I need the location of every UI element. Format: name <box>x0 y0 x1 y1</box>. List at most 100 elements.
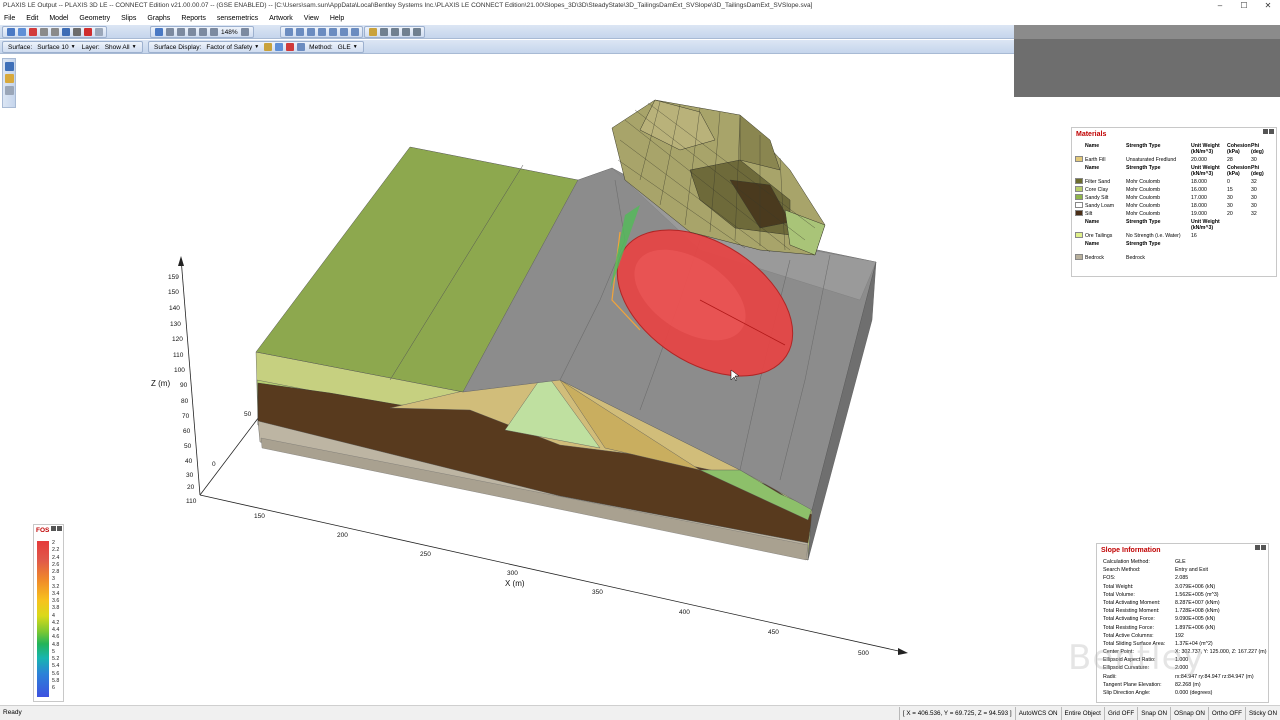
slope-info-row: Total Resisting Force: 1.897E+006 (kN) <box>1103 624 1270 632</box>
material-color-swatch <box>1075 209 1083 216</box>
menu-geometry[interactable]: Geometry <box>79 15 110 22</box>
chevron-down-icon[interactable]: ▼ <box>353 44 358 50</box>
stop-icon[interactable] <box>28 28 37 36</box>
status-autowcs[interactable]: AutoWCS ON <box>1014 707 1061 720</box>
surface-select[interactable]: Surface 10 <box>37 44 68 51</box>
text-icon[interactable] <box>328 28 337 36</box>
status-entire-object[interactable]: Entire Object <box>1060 707 1104 720</box>
material-color-swatch <box>1075 201 1083 208</box>
materials-panel[interactable]: Materials Name Strength Type Unit Weight (… <box>1071 127 1277 277</box>
pan-icon[interactable] <box>165 28 174 36</box>
polyline-icon[interactable] <box>306 28 315 36</box>
shade-icon[interactable] <box>368 28 377 36</box>
close-icon[interactable] <box>57 526 62 531</box>
material-row[interactable]: Silt Mohr Coulomb 19.000 20 32 <box>1075 209 1275 218</box>
zoom-out-icon[interactable] <box>198 28 207 36</box>
material-color-swatch <box>1075 185 1083 192</box>
menu-file[interactable]: File <box>4 15 15 22</box>
render-icon[interactable] <box>412 28 421 36</box>
close-button[interactable]: ✕ <box>1256 0 1280 11</box>
transparency-icon[interactable] <box>390 28 399 36</box>
menu-artwork[interactable]: Artwork <box>269 15 293 22</box>
slope-info-key: Total Resisting Force: <box>1103 624 1154 631</box>
material-row[interactable]: Sandy Silt Mohr Coulomb 17.000 30 30 <box>1075 193 1275 202</box>
status-sticky[interactable]: Sticky ON <box>1245 707 1280 720</box>
pin-icon[interactable] <box>1263 129 1268 134</box>
undo-icon[interactable] <box>39 28 48 36</box>
rotate-icon[interactable] <box>176 28 185 36</box>
slope-info-key: Total Activating Force: <box>1103 616 1155 623</box>
material-row[interactable]: Filter Sand Mohr Coulomb 18.000 0 32 <box>1075 177 1275 186</box>
menu-slips[interactable]: Slips <box>121 15 136 22</box>
line-icon[interactable] <box>295 28 304 36</box>
new-icon[interactable] <box>6 28 15 36</box>
title-bar: PLAXIS LE Output -- PLAXIS 3D LE -- CONN… <box>0 0 1280 11</box>
zoom-in-icon[interactable] <box>187 28 196 36</box>
filter-icon[interactable] <box>263 43 272 51</box>
z-tick: 130 <box>170 321 181 328</box>
pin-icon[interactable] <box>1255 545 1260 550</box>
wireframe-icon[interactable] <box>379 28 388 36</box>
status-ortho[interactable]: Ortho OFF <box>1207 707 1245 720</box>
chevron-down-icon[interactable]: ▼ <box>71 44 76 50</box>
zoom-window-icon[interactable] <box>209 28 218 36</box>
slope-information-panel[interactable]: Slope Information Calculation Method: GLE… <box>1096 543 1269 703</box>
menu-help[interactable]: Help <box>330 15 344 22</box>
material-name: Ore Tailings <box>1085 233 1113 239</box>
menu-reports[interactable]: Reports <box>181 15 206 22</box>
x-tick: 300 <box>507 570 518 577</box>
open-icon[interactable] <box>17 28 26 36</box>
x-tick: 200 <box>337 532 348 539</box>
menu-model[interactable]: Model <box>49 15 68 22</box>
critical-slip-icon[interactable] <box>285 43 294 51</box>
materials-header-row: Name Strength Type Unit Weight (kN/m^3) <box>1075 218 1275 232</box>
status-snap[interactable]: Snap ON <box>1137 707 1170 720</box>
material-row[interactable]: Bedrock Bedrock <box>1075 253 1275 262</box>
save-icon[interactable] <box>61 28 70 36</box>
arrow-icon[interactable] <box>317 28 326 36</box>
material-color-swatch <box>1075 177 1083 184</box>
dimension-icon[interactable] <box>350 28 359 36</box>
method-select[interactable]: GLE <box>338 44 351 51</box>
slip-options-icon[interactable] <box>296 43 305 51</box>
status-grid[interactable]: Grid OFF <box>1103 707 1137 720</box>
close-icon[interactable] <box>1269 129 1274 134</box>
material-name: Filter Sand <box>1085 179 1111 185</box>
zoom-extents-icon[interactable] <box>241 28 250 36</box>
fos-tick: 3.8 <box>52 605 60 612</box>
chevron-down-icon[interactable]: ▼ <box>254 44 259 50</box>
fos-tick: 4.4 <box>52 627 60 633</box>
print-icon[interactable] <box>72 28 81 36</box>
material-coh: 30 <box>1227 195 1233 201</box>
copy-icon[interactable] <box>94 28 103 36</box>
chevron-down-icon[interactable]: ▼ <box>132 44 137 50</box>
pin-icon[interactable] <box>51 526 56 531</box>
maximize-button[interactable]: ☐ <box>1232 0 1256 11</box>
material-row[interactable]: Sandy Loam Mohr Coulomb 18.000 30 30 <box>1075 201 1275 210</box>
minimize-button[interactable]: – <box>1208 0 1232 11</box>
redo-icon[interactable] <box>50 28 59 36</box>
fit-icon[interactable] <box>154 28 163 36</box>
menu-bar: File Edit Model Geometry Slips Graphs Re… <box>0 12 1280 24</box>
menu-view[interactable]: View <box>304 15 319 22</box>
status-osnap[interactable]: OSnap ON <box>1170 707 1208 720</box>
menu-graphs[interactable]: Graphs <box>147 15 170 22</box>
layer-select[interactable]: Show All <box>105 44 130 51</box>
fos-tick: 4.6 <box>52 634 60 641</box>
zoom-level[interactable]: 148% <box>221 29 238 36</box>
menu-sensemetrics[interactable]: sensemetrics <box>217 15 258 22</box>
close-icon[interactable] <box>1261 545 1266 550</box>
measure-icon[interactable] <box>339 28 348 36</box>
fos-legend-panel[interactable]: FOS 2 2.2 2.4 2.6 2.8 3 3.2 3.4 3.6 3.8 … <box>33 524 64 702</box>
select-icon[interactable] <box>284 28 293 36</box>
menu-edit[interactable]: Edit <box>26 15 38 22</box>
material-phi: 30 <box>1251 187 1257 193</box>
lighting-icon[interactable] <box>401 28 410 36</box>
fos-tick: 5 <box>52 648 55 655</box>
material-row[interactable]: Core Clay Mohr Coulomb 16.000 15 30 <box>1075 185 1275 194</box>
surface-display-select[interactable]: Factor of Safety <box>206 44 252 51</box>
material-row[interactable]: Ore Tailings No Strength (i.e. Water) 16 <box>1075 231 1275 240</box>
material-row[interactable]: Earth Fill Unsaturated Fredlund 20.000 28 30 <box>1075 155 1275 164</box>
legend-icon[interactable] <box>274 43 283 51</box>
record-icon[interactable] <box>83 28 92 36</box>
